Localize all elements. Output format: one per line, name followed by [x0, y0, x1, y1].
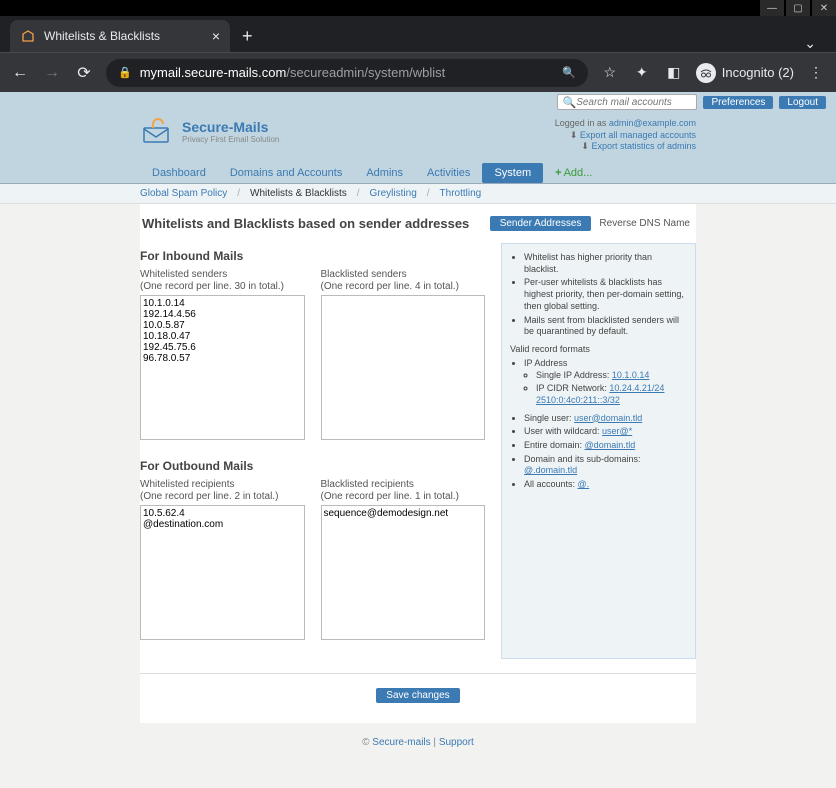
- incognito-icon: [696, 63, 716, 83]
- minimize-button[interactable]: —: [760, 0, 784, 16]
- download-icon: ⬇: [570, 130, 578, 140]
- search-in-page-icon[interactable]: 🔍: [562, 66, 576, 79]
- account-search[interactable]: 🔍: [557, 94, 697, 110]
- account-info: Logged in as admin@example.com ⬇ Export …: [555, 118, 696, 153]
- brand[interactable]: Secure-Mails Privacy First Email Solutio…: [140, 118, 279, 144]
- nav-activities[interactable]: Activities: [415, 163, 482, 183]
- tabs-dropdown-icon[interactable]: ⌄: [784, 35, 836, 52]
- example-all-accounts[interactable]: @.: [578, 479, 590, 489]
- subnav-throttling[interactable]: Throttling: [440, 188, 482, 199]
- example-subdomains[interactable]: @.domain.tld: [524, 465, 577, 475]
- nav-add[interactable]: Add...: [543, 163, 604, 183]
- sub-nav: Global Spam Policy / Whitelists & Blackl…: [0, 184, 836, 204]
- subnav-global-spam[interactable]: Global Spam Policy: [140, 188, 227, 199]
- reverse-dns-link[interactable]: Reverse DNS Name: [595, 216, 694, 231]
- logout-button[interactable]: Logout: [779, 96, 826, 109]
- export-admins-link[interactable]: Export statistics of admins: [591, 141, 696, 151]
- logged-in-user-link[interactable]: admin@example.com: [609, 118, 696, 128]
- whitelisted-recipients-input[interactable]: [140, 505, 305, 640]
- help-panel: Whitelist has higher priority than black…: [501, 243, 696, 659]
- search-icon: 🔍: [562, 96, 576, 109]
- nav-admins[interactable]: Admins: [354, 163, 415, 183]
- back-button[interactable]: ←: [10, 64, 30, 82]
- forward-button[interactable]: →: [42, 64, 62, 82]
- browser-toolbar: ← → ⟳ 🔒 mymail.secure-mails.com/securead…: [0, 52, 836, 92]
- example-cidr[interactable]: 10.24.4.21/24: [609, 383, 664, 393]
- subnav-whitelists-blacklists[interactable]: Whitelists & Blacklists: [250, 188, 347, 199]
- inbound-section-title: For Inbound Mails: [140, 249, 485, 263]
- example-cidr6[interactable]: 2510:0:4c0:211::3/32: [536, 395, 620, 405]
- brand-tagline: Privacy First Email Solution: [182, 135, 279, 144]
- reload-button[interactable]: ⟳: [74, 63, 94, 83]
- page-title: Whitelists and Blacklists based on sende…: [142, 216, 469, 231]
- nav-domains-accounts[interactable]: Domains and Accounts: [218, 163, 355, 183]
- nav-dashboard[interactable]: Dashboard: [140, 163, 218, 183]
- tab-favicon: [20, 28, 36, 44]
- footer-brand-link[interactable]: Secure-mails: [372, 737, 430, 748]
- example-entire-domain[interactable]: @domain.tld: [585, 440, 636, 450]
- example-single-user[interactable]: user@domain.tld: [574, 413, 642, 423]
- side-panel-icon[interactable]: ◧: [664, 64, 684, 81]
- example-single-ip[interactable]: 10.1.0.14: [612, 370, 650, 380]
- account-search-input[interactable]: [576, 97, 692, 108]
- page-header-area: 🔍 Preferences Logout Secure-Mails Privac…: [0, 92, 836, 184]
- brand-row: Secure-Mails Privacy First Email Solutio…: [0, 112, 836, 153]
- whitelisted-senders-input[interactable]: [140, 295, 305, 440]
- top-strip: 🔍 Preferences Logout: [0, 92, 836, 112]
- whitelisted-senders-label: Whitelisted senders (One record per line…: [140, 269, 305, 293]
- footer-support-link[interactable]: Support: [439, 737, 474, 748]
- address-bar[interactable]: 🔒 mymail.secure-mails.com/secureadmin/sy…: [106, 59, 588, 87]
- browser-tab[interactable]: Whitelists & Blacklists ×: [10, 20, 230, 52]
- content-area: Whitelists and Blacklists based on sende…: [140, 204, 696, 723]
- new-tab-button[interactable]: +: [230, 20, 265, 52]
- preferences-button[interactable]: Preferences: [703, 96, 773, 109]
- blacklisted-recipients-input[interactable]: [321, 505, 486, 640]
- maximize-button[interactable]: ▢: [786, 0, 810, 16]
- valid-formats-heading: Valid record formats: [510, 344, 687, 354]
- close-window-button[interactable]: ✕: [812, 0, 836, 16]
- window-controls: — ▢ ✕: [0, 0, 836, 16]
- blacklisted-senders-label: Blacklisted senders (One record per line…: [321, 269, 486, 293]
- incognito-badge[interactable]: Incognito (2): [696, 63, 794, 83]
- blacklisted-recipients-label: Blacklisted recipients (One record per l…: [321, 479, 486, 503]
- blacklisted-senders-input[interactable]: [321, 295, 486, 440]
- browser-tab-bar: Whitelists & Blacklists × + ⌄: [0, 16, 836, 52]
- main-nav: Dashboard Domains and Accounts Admins Ac…: [0, 153, 836, 184]
- tab-title: Whitelists & Blacklists: [44, 29, 204, 43]
- page-footer: © Secure-mails | Support: [0, 723, 836, 788]
- tab-close-icon[interactable]: ×: [212, 28, 220, 44]
- url-text: mymail.secure-mails.com/secureadmin/syst…: [140, 65, 554, 80]
- export-accounts-link[interactable]: Export all managed accounts: [580, 130, 696, 140]
- download-icon: ⬇: [581, 141, 589, 151]
- incognito-label: Incognito (2): [722, 65, 794, 80]
- menu-icon[interactable]: ⋮: [806, 64, 826, 81]
- subnav-greylisting[interactable]: Greylisting: [370, 188, 417, 199]
- save-button[interactable]: Save changes: [376, 688, 459, 703]
- outbound-section-title: For Outbound Mails: [140, 459, 485, 473]
- extensions-icon[interactable]: ✦: [632, 64, 652, 81]
- bookmark-icon[interactable]: ☆: [600, 64, 620, 81]
- lock-icon: 🔒: [118, 66, 132, 79]
- whitelisted-recipients-label: Whitelisted recipients (One record per l…: [140, 479, 305, 503]
- example-wildcard[interactable]: user@*: [602, 426, 632, 436]
- nav-system[interactable]: System: [482, 163, 543, 183]
- sender-addresses-button[interactable]: Sender Addresses: [490, 216, 592, 231]
- brand-name: Secure-Mails: [182, 119, 279, 135]
- brand-logo-icon: [140, 118, 176, 144]
